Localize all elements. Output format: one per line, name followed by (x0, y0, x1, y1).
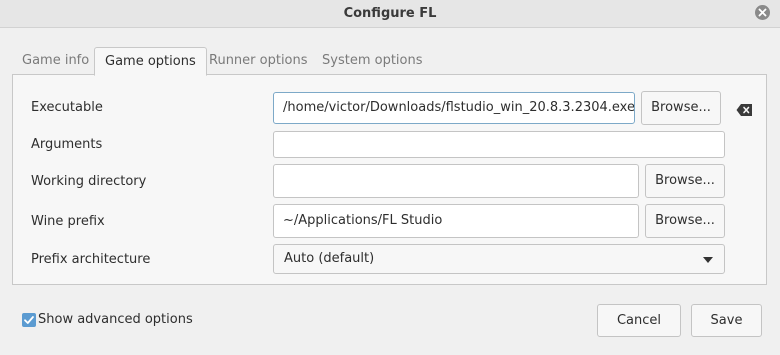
tab-system-options[interactable]: System options (312, 47, 433, 74)
chevron-down-icon (703, 257, 713, 263)
title-bar: Configure FL (0, 0, 780, 28)
wine-prefix-browse-button[interactable]: Browse... (645, 204, 725, 238)
tab-game-options[interactable]: Game options (94, 47, 207, 76)
close-button[interactable] (755, 5, 770, 20)
cancel-button[interactable]: Cancel (597, 304, 681, 337)
prefix-architecture-select[interactable]: Auto (default) (273, 244, 725, 274)
executable-value: /home/victor/Downloads/flstudio_win_20.8… (283, 100, 635, 115)
arguments-input[interactable] (273, 131, 725, 158)
arguments-label: Arguments (31, 137, 103, 152)
close-icon (758, 8, 767, 17)
working-directory-label: Working directory (31, 174, 147, 189)
executable-browse-button[interactable]: Browse... (641, 91, 721, 125)
tab-game-info[interactable]: Game info (12, 47, 99, 74)
show-advanced-label[interactable]: Show advanced options (38, 312, 193, 327)
window-title: Configure FL (343, 6, 437, 21)
save-button[interactable]: Save (691, 304, 762, 337)
backspace-clear-icon[interactable] (736, 103, 753, 117)
executable-label: Executable (31, 100, 103, 115)
executable-input[interactable]: /home/victor/Downloads/flstudio_win_20.8… (273, 92, 635, 124)
tab-runner-options[interactable]: Runner options (199, 47, 318, 74)
working-directory-browse-button[interactable]: Browse... (645, 164, 725, 198)
show-advanced-checkbox[interactable] (22, 313, 36, 327)
wine-prefix-label: Wine prefix (31, 214, 105, 229)
prefix-architecture-label: Prefix architecture (31, 252, 151, 267)
check-icon (24, 316, 34, 324)
working-directory-input[interactable] (273, 164, 639, 198)
prefix-architecture-value: Auto (default) (284, 251, 375, 266)
wine-prefix-input[interactable]: ~/Applications/FL Studio (273, 204, 639, 238)
